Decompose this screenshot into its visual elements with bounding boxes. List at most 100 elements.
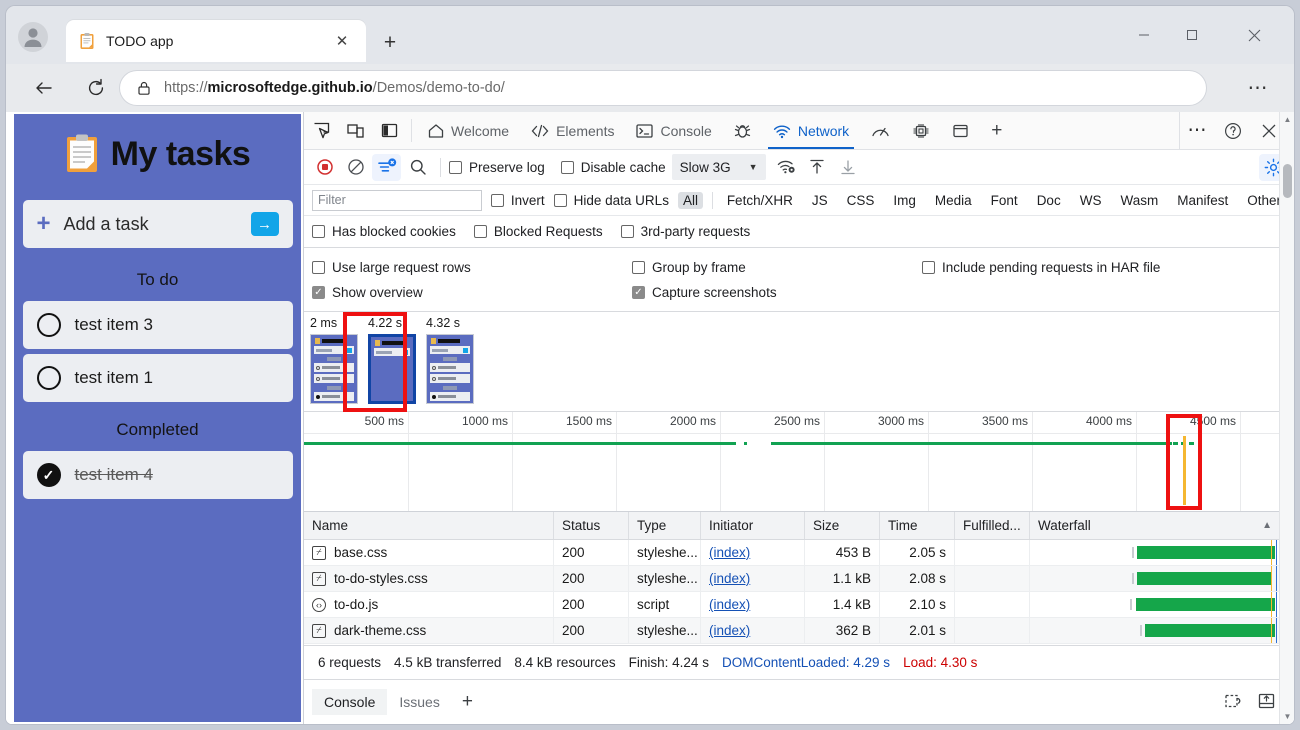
request-initiator-link[interactable]: (index) xyxy=(709,571,750,586)
scroll-up-icon[interactable]: ▲ xyxy=(1280,112,1294,127)
import-har-icon[interactable] xyxy=(803,154,832,181)
capture-screenshots-checkbox[interactable]: ✓ Capture screenshots xyxy=(632,285,922,300)
request-initiator-link[interactable]: (index) xyxy=(709,597,750,612)
add-task-input[interactable]: + Add a task → xyxy=(23,200,293,248)
task-checkbox-icon[interactable] xyxy=(37,313,61,337)
browser-more-button[interactable]: ⋯ xyxy=(1244,76,1272,100)
close-window-button[interactable] xyxy=(1232,20,1276,50)
has-blocked-cookies-checkbox[interactable]: Has blocked cookies xyxy=(312,224,456,239)
disable-cache-checkbox[interactable]: Disable cache xyxy=(561,160,666,175)
filter-type-doc[interactable]: Doc xyxy=(1032,192,1066,209)
use-large-request-rows-checkbox[interactable]: Use large request rows xyxy=(312,260,632,275)
filter-type-all[interactable]: All xyxy=(678,192,703,209)
add-task-placeholder: Add a task xyxy=(64,214,149,235)
filmstrip-frame[interactable]: 4.32 s xyxy=(426,316,476,411)
tab-welcome[interactable]: Welcome xyxy=(417,112,520,149)
column-header-name[interactable]: Name xyxy=(304,512,554,539)
new-tab-button[interactable]: + xyxy=(376,28,404,56)
show-overview-checkbox[interactable]: ✓ Show overview xyxy=(312,285,632,300)
inspect-element-icon[interactable] xyxy=(304,112,338,149)
close-tab-icon[interactable]: ✕ xyxy=(330,29,354,53)
scroll-down-icon[interactable]: ▼ xyxy=(1280,709,1294,724)
drawer-add-tab-button[interactable]: + xyxy=(452,691,483,713)
tab-console[interactable]: Console xyxy=(625,112,722,149)
request-initiator-link[interactable]: (index) xyxy=(709,545,750,560)
network-conditions-icon[interactable] xyxy=(772,154,801,181)
column-header-initiator[interactable]: Initiator xyxy=(701,512,805,539)
browser-tab[interactable]: TODO app ✕ xyxy=(66,20,366,62)
include-pending-requests-checkbox[interactable]: Include pending requests in HAR file xyxy=(922,260,1160,275)
hide-data-urls-checkbox[interactable]: Hide data URLs xyxy=(554,193,669,208)
search-button[interactable] xyxy=(403,154,432,181)
maximize-window-button[interactable] xyxy=(1170,20,1214,50)
filter-type-fetch-xhr[interactable]: Fetch/XHR xyxy=(722,192,798,209)
blocked-requests-checkbox[interactable]: Blocked Requests xyxy=(474,224,603,239)
tab-debugger[interactable] xyxy=(723,112,762,149)
task-item[interactable]: test item 3 xyxy=(23,301,293,349)
column-header-time[interactable]: Time xyxy=(880,512,955,539)
column-header-status[interactable]: Status xyxy=(554,512,629,539)
table-row[interactable]: ⌿to-do-styles.css 200 styleshe... (index… xyxy=(304,566,1294,592)
submit-task-button[interactable]: → xyxy=(251,212,279,236)
tab-elements[interactable]: Elements xyxy=(520,112,625,149)
tab-network[interactable]: Network xyxy=(762,112,860,149)
add-panel-button[interactable]: + xyxy=(980,112,1013,149)
filmstrip-screenshot[interactable] xyxy=(368,334,416,404)
filter-type-font[interactable]: Font xyxy=(986,192,1023,209)
devtools-more-button[interactable]: ⋯ xyxy=(1180,127,1214,135)
column-header-size[interactable]: Size xyxy=(805,512,880,539)
task-checkbox-checked-icon[interactable]: ✓ xyxy=(37,463,61,487)
column-header-type[interactable]: Type xyxy=(629,512,701,539)
table-row[interactable]: ⌿dark-theme.css 200 styleshe... (index) … xyxy=(304,618,1294,644)
clear-button[interactable] xyxy=(341,154,370,181)
filmstrip-screenshot[interactable] xyxy=(310,334,358,404)
filter-type-manifest[interactable]: Manifest xyxy=(1172,192,1233,209)
filter-type-css[interactable]: CSS xyxy=(842,192,880,209)
export-har-icon[interactable] xyxy=(834,154,863,181)
url-bar[interactable]: https://microsoftedge.github.io/Demos/de… xyxy=(120,71,1206,105)
table-row[interactable]: ⌿base.css 200 styleshe... (index) 453 B … xyxy=(304,540,1294,566)
back-button[interactable] xyxy=(28,72,60,104)
scrollbar-thumb[interactable] xyxy=(1283,164,1292,198)
toggle-console-sidebar-icon[interactable] xyxy=(1224,692,1243,713)
filter-type-img[interactable]: Img xyxy=(888,192,921,209)
filmstrip-screenshot[interactable] xyxy=(426,334,474,404)
tab-memory[interactable] xyxy=(901,112,941,149)
avatar[interactable] xyxy=(18,22,48,52)
help-icon[interactable] xyxy=(1216,122,1250,140)
device-emulation-icon[interactable] xyxy=(338,112,372,149)
group-by-frame-checkbox[interactable]: Group by frame xyxy=(632,260,922,275)
network-overview[interactable]: 500 ms 1000 ms 1500 ms 2000 ms 2500 ms 3… xyxy=(304,412,1294,512)
filmstrip-frame-selected[interactable]: 4.22 s xyxy=(368,316,418,411)
drawer-tab-issues[interactable]: Issues xyxy=(387,689,451,715)
preserve-log-checkbox[interactable]: Preserve log xyxy=(449,160,545,175)
throttling-dropdown[interactable]: Slow 3G ▼ xyxy=(672,154,766,180)
dock-drawer-icon[interactable] xyxy=(1257,692,1276,713)
invert-checkbox[interactable]: Invert xyxy=(491,193,545,208)
filter-type-js[interactable]: JS xyxy=(807,192,833,209)
third-party-requests-checkbox[interactable]: 3rd-party requests xyxy=(621,224,751,239)
task-item-completed[interactable]: ✓ test item 4 xyxy=(23,451,293,499)
task-item[interactable]: test item 1 xyxy=(23,354,293,402)
filter-type-ws[interactable]: WS xyxy=(1075,192,1107,209)
tab-application[interactable] xyxy=(941,112,980,149)
drawer-tab-console[interactable]: Console xyxy=(312,689,387,715)
request-initiator-link[interactable]: (index) xyxy=(709,623,750,638)
overview-request-dot xyxy=(1173,442,1178,445)
minimize-window-button[interactable] xyxy=(1122,20,1166,50)
url-path: /Demos/demo-to-do/ xyxy=(373,80,505,96)
dock-side-icon[interactable] xyxy=(372,112,406,149)
reload-button[interactable] xyxy=(80,72,112,104)
tab-performance[interactable] xyxy=(860,112,901,149)
table-vertical-scrollbar[interactable]: ▲ ▼ xyxy=(1279,112,1294,724)
filter-type-wasm[interactable]: Wasm xyxy=(1115,192,1163,209)
column-header-fulfilled[interactable]: Fulfilled... xyxy=(955,512,1030,539)
filter-type-media[interactable]: Media xyxy=(930,192,977,209)
filter-input[interactable]: Filter xyxy=(312,190,482,211)
column-header-waterfall[interactable]: Waterfall ▲ xyxy=(1030,512,1294,539)
task-checkbox-icon[interactable] xyxy=(37,366,61,390)
filter-button[interactable] xyxy=(372,154,401,181)
table-row[interactable]: ‹›to-do.js 200 script (index) 1.4 kB 2.1… xyxy=(304,592,1294,618)
record-button[interactable] xyxy=(310,154,339,181)
filmstrip-frame[interactable]: 2 ms xyxy=(310,316,360,411)
